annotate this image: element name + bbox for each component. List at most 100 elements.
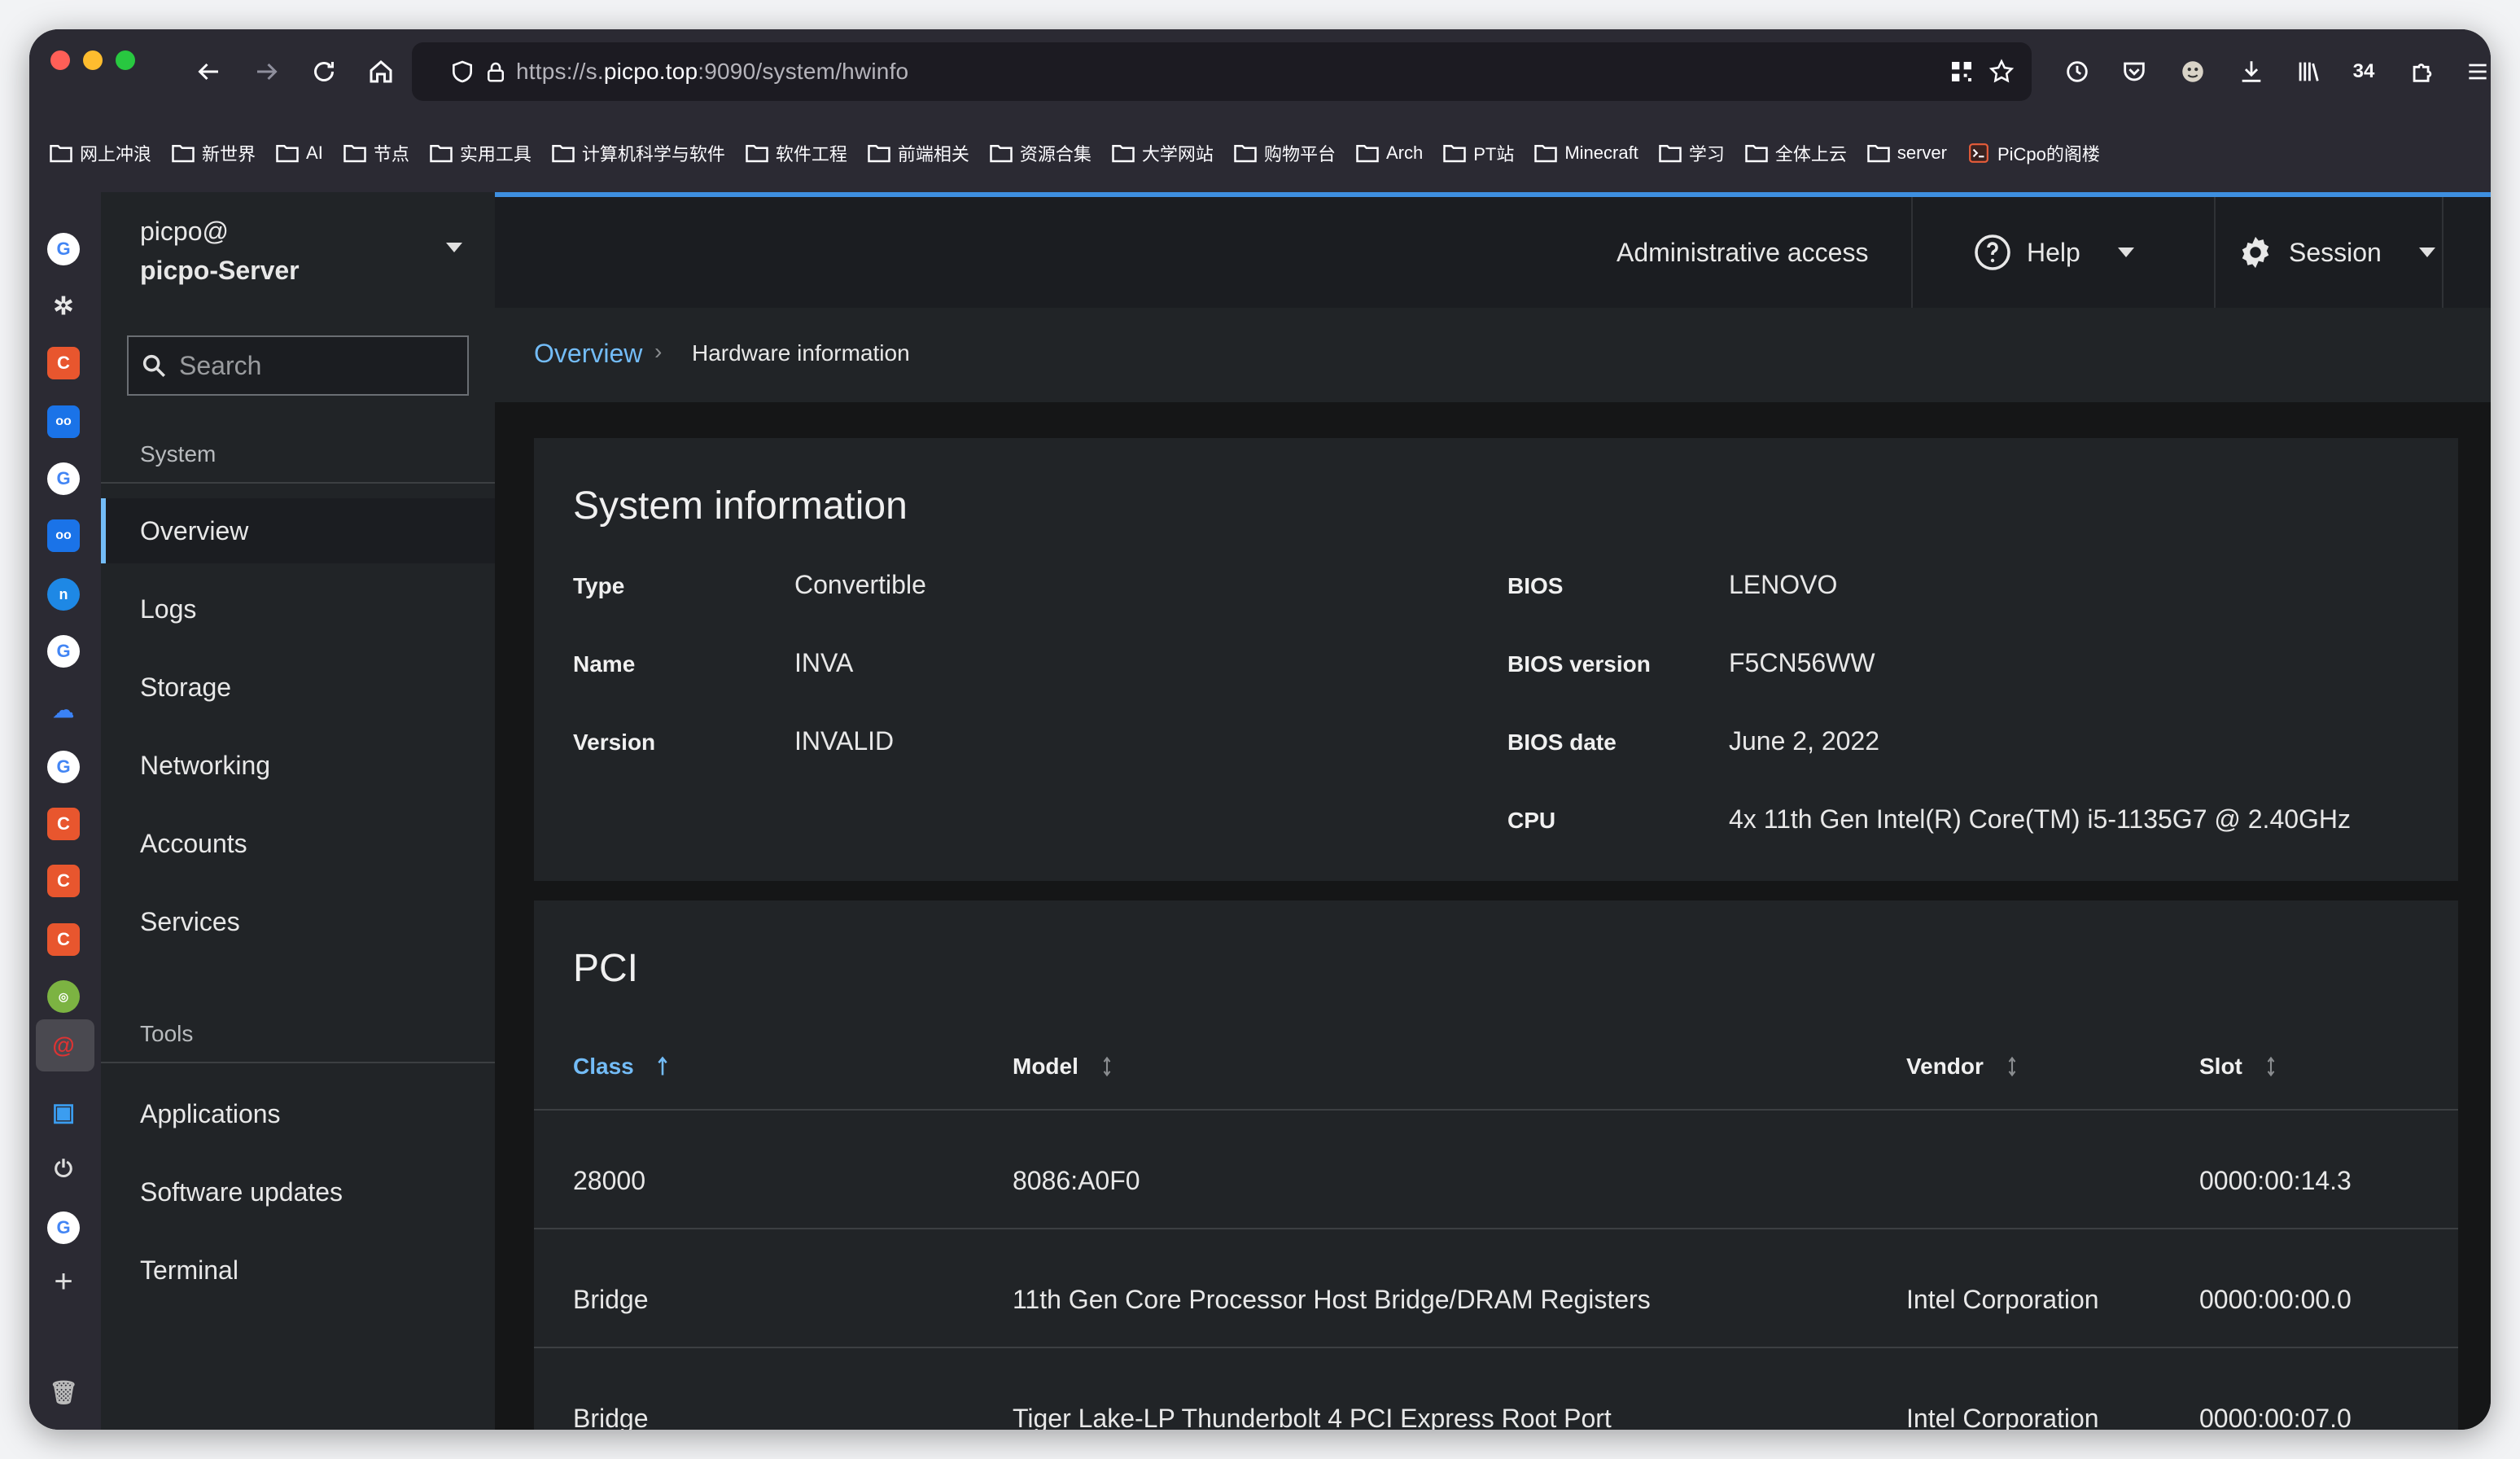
bookmark-folder[interactable]: 软件工程 xyxy=(745,140,847,166)
bookmark-folder[interactable]: 计算机科学与软件 xyxy=(551,140,725,166)
cell-class: Bridge xyxy=(573,1404,649,1430)
folder-icon xyxy=(1745,145,1768,163)
add-panel-plus-icon[interactable]: + xyxy=(47,1264,80,1299)
google-icon[interactable]: G xyxy=(47,751,80,783)
tab-count-badge[interactable]: 34 xyxy=(2344,52,2383,91)
info-key: Type xyxy=(573,573,625,598)
debian-swirl-icon[interactable]: @ xyxy=(47,1029,80,1062)
nav-item-software-updates[interactable]: Software updates xyxy=(101,1159,495,1225)
nextcloud-icon[interactable]: oo xyxy=(47,519,80,552)
download-icon[interactable] xyxy=(2232,52,2271,91)
bookmark-folder[interactable]: 实用工具 xyxy=(429,140,532,166)
column-label: Model xyxy=(1013,1054,1078,1079)
google-icon[interactable]: G xyxy=(47,233,80,265)
bookmark-folder[interactable]: PT站 xyxy=(1442,140,1514,166)
qr-code-icon[interactable] xyxy=(1949,59,1975,85)
column-header-model[interactable]: Model xyxy=(1013,1054,1113,1080)
bookmark-folder[interactable]: 节点 xyxy=(343,140,409,166)
minimize-window-button[interactable] xyxy=(83,50,103,70)
lock-icon[interactable] xyxy=(483,59,508,84)
pci-card: PCI Class Model Vendor Slot 28000 8086:A… xyxy=(534,900,2458,1430)
nav-item-networking[interactable]: Networking xyxy=(101,733,495,798)
app-c-icon[interactable]: C xyxy=(47,923,80,956)
host-user: picpo@ xyxy=(140,217,229,246)
nav-item-overview[interactable]: Overview xyxy=(101,498,495,563)
reload-icon[interactable] xyxy=(304,52,343,91)
bookmark-link[interactable]: PiCpo的阁楼 xyxy=(1967,140,2100,166)
gear-icon xyxy=(2242,236,2269,269)
host-switcher[interactable]: picpo@ picpo-Server xyxy=(140,212,300,290)
folder-icon xyxy=(1443,145,1466,163)
sort-both-icon xyxy=(2008,1056,2016,1077)
hamburger-menu-icon[interactable] xyxy=(2458,52,2491,91)
info-key: CPU xyxy=(1507,808,1556,833)
app-c-icon[interactable]: C xyxy=(47,808,80,840)
bookmark-folder[interactable]: 新世界 xyxy=(171,140,256,166)
app-c-icon[interactable]: C xyxy=(47,347,80,379)
library-icon[interactable] xyxy=(2289,52,2328,91)
google-icon[interactable]: G xyxy=(47,1211,80,1244)
bookmark-folder[interactable]: AI xyxy=(275,142,323,164)
nav-item-terminal[interactable]: Terminal xyxy=(101,1238,495,1303)
session-menu-button[interactable]: Session xyxy=(2237,197,2435,308)
bookmark-folder[interactable]: 前端相关 xyxy=(867,140,969,166)
home-icon[interactable] xyxy=(361,52,400,91)
nav-item-storage[interactable]: Storage xyxy=(101,655,495,720)
pocket-icon[interactable] xyxy=(2115,52,2154,91)
admin-access-button[interactable]: Administrative access xyxy=(1617,197,1868,308)
bookmark-folder[interactable]: Minecraft xyxy=(1533,142,1638,164)
app-c-icon[interactable]: C xyxy=(47,865,80,897)
search-box[interactable] xyxy=(127,335,469,396)
table-divider xyxy=(534,1228,2458,1229)
extension-avatar-icon[interactable] xyxy=(2173,52,2212,91)
url-text[interactable]: https://s.picpo.top:9090/system/hwinfo xyxy=(516,59,908,85)
system-info-card: System information Type Convertible Name… xyxy=(534,438,2458,881)
bookmark-folder[interactable]: 大学网站 xyxy=(1111,140,1214,166)
column-header-slot[interactable]: Slot xyxy=(2199,1054,2277,1080)
app-n-icon[interactable]: n xyxy=(47,578,80,611)
bookmark-folder[interactable]: 购物平台 xyxy=(1233,140,1336,166)
nav-item-services[interactable]: Services xyxy=(101,889,495,954)
column-header-vendor[interactable]: Vendor xyxy=(1906,1054,2018,1080)
bookmark-folder[interactable]: 网上冲浪 xyxy=(49,140,151,166)
host-name: picpo-Server xyxy=(140,256,300,285)
breadcrumb: Overview › Hardware information xyxy=(495,308,2491,402)
nav-item-accounts[interactable]: Accounts xyxy=(101,811,495,876)
forward-arrow-icon[interactable] xyxy=(247,52,287,91)
maximize-window-button[interactable] xyxy=(116,50,135,70)
back-arrow-icon[interactable] xyxy=(189,52,228,91)
nav-item-logs[interactable]: Logs xyxy=(101,576,495,642)
bookmark-folder[interactable]: 全体上云 xyxy=(1744,140,1847,166)
host-caret-icon[interactable] xyxy=(446,243,462,252)
shield-icon[interactable] xyxy=(449,59,475,85)
cloud-icon[interactable]: ☁ xyxy=(47,694,80,726)
nav-item-applications[interactable]: Applications xyxy=(101,1081,495,1146)
bookmark-folder[interactable]: 学习 xyxy=(1658,140,1725,166)
bookmark-folder[interactable]: 资源合集 xyxy=(989,140,1092,166)
google-icon[interactable]: G xyxy=(47,635,80,668)
trash-icon[interactable]: 🗑 xyxy=(47,1376,80,1409)
power-icon[interactable]: ⏻ xyxy=(47,1153,80,1185)
extensions-puzzle-icon[interactable] xyxy=(2403,52,2442,91)
folder-icon xyxy=(746,145,768,163)
nextcloud-icon[interactable]: oo xyxy=(47,405,80,438)
google-icon[interactable]: G xyxy=(47,462,80,495)
help-label: Help xyxy=(2027,237,2080,267)
nav-section-system: System xyxy=(140,441,217,467)
address-bar[interactable]: https://s.picpo.top:9090/system/hwinfo xyxy=(412,42,2032,101)
help-menu-button[interactable]: Help xyxy=(1973,197,2134,308)
search-input[interactable] xyxy=(177,349,457,382)
page-content: Overview › Hardware information System i… xyxy=(495,308,2491,1430)
bookmark-folder[interactable]: Arch xyxy=(1355,142,1423,164)
close-window-button[interactable] xyxy=(50,50,70,70)
breadcrumb-overview-link[interactable]: Overview xyxy=(534,339,642,369)
nav-divider xyxy=(101,1062,495,1063)
star-bookmark-icon[interactable] xyxy=(1988,58,2015,85)
bilibili-tv-icon[interactable]: ▣ xyxy=(47,1096,80,1128)
folder-icon xyxy=(1356,145,1379,163)
column-header-class[interactable]: Class xyxy=(573,1054,668,1080)
bookmark-folder[interactable]: server xyxy=(1866,142,1947,164)
app-green-icon[interactable]: ◎ xyxy=(47,980,80,1013)
chatgpt-icon[interactable]: ✲ xyxy=(47,290,80,322)
history-clock-icon[interactable] xyxy=(2058,52,2097,91)
